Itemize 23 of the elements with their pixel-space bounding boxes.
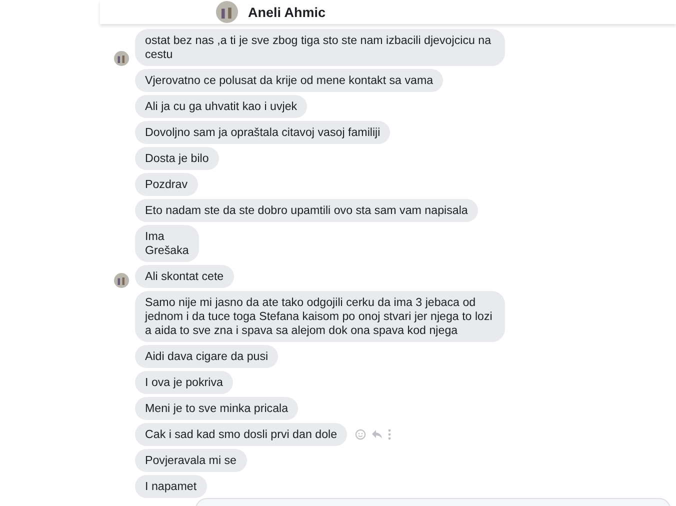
smiley-icon[interactable] xyxy=(355,429,366,440)
reply-icon[interactable] xyxy=(372,430,382,439)
message-bubble: I napamet xyxy=(135,475,207,498)
message-bubble: Ali skontat cete xyxy=(135,265,234,288)
message-bubble: Ali ja cu ga uhvatit kao i uvjek xyxy=(135,95,308,118)
message-bubble: ostat bez nas ,a ti je sve zbog tiga sto ste nam izbacili djevojcicu na cestu xyxy=(135,29,505,66)
more-icon[interactable] xyxy=(388,429,392,440)
message-bubble: Vjerovatno ce polusat da krije od mene kontakt sa vama xyxy=(135,69,444,92)
message-bubble: Cak i sad kad smo dosli prvi dan dole xyxy=(135,423,348,446)
message-bubble: Meni je to sve minka pricala xyxy=(135,397,298,420)
avatar-icon xyxy=(216,1,238,23)
message-bubble: Pozdrav xyxy=(135,173,198,196)
avatar-icon xyxy=(114,51,129,66)
message-bubble: Dovoljno sam ja opraštala citavoj vasoj familiji xyxy=(135,121,390,144)
message-bubble: Samo nije mi jasno da ate tako odgojili cerku da ima 3 jebaca od jednom i da tuce toga Stefana kaisom po onoj stvari jer njega to lozi a aida to sve zna i spava sa alejom dok ona spava kod njega xyxy=(135,291,505,342)
message-bubble: Dosta je bilo xyxy=(135,147,219,170)
message-bubble: Aidi dava cigare da pusi xyxy=(135,345,278,368)
message-bubble: Ima Grešaka xyxy=(135,225,199,262)
message-bubble: Eto nadam ste da ste dobro upamtili ovo sta sam vam napisala xyxy=(135,199,478,222)
message-bubble: Povjeravala mi se xyxy=(135,449,246,472)
contact-name: Aneli Ahmic xyxy=(248,4,326,20)
avatar-icon xyxy=(114,273,129,288)
message-bubble: I ova je pokriva xyxy=(135,371,233,394)
